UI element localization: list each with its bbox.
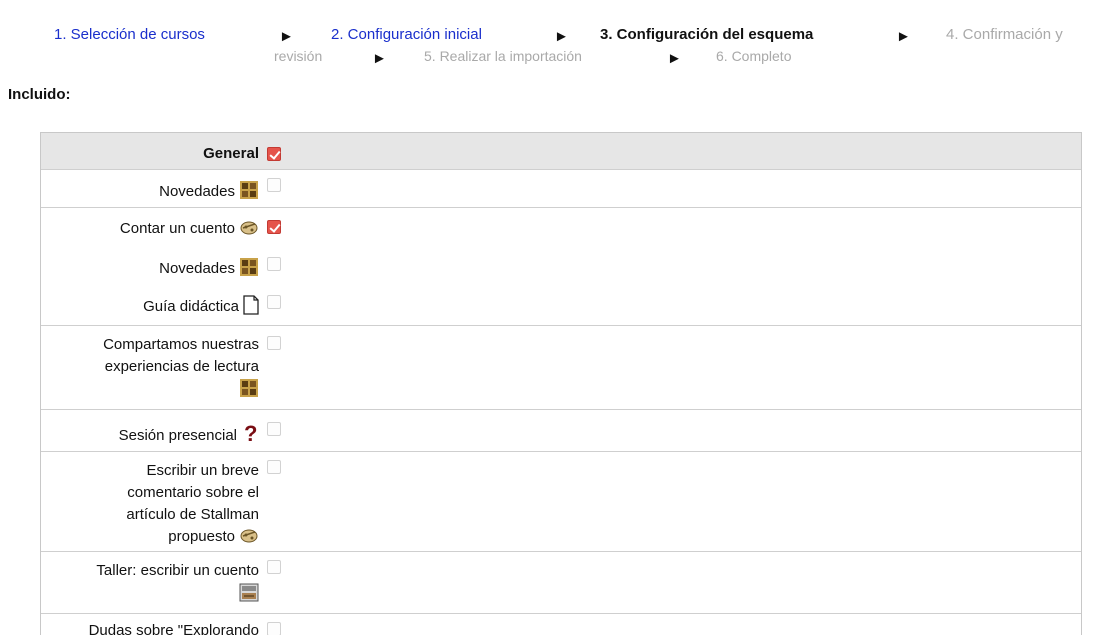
activity-label: Novedades <box>59 180 259 203</box>
wizard-step-2[interactable]: 2. Configuración inicial <box>331 26 482 43</box>
activity-label: Guía didáctica <box>59 295 259 318</box>
section-label: General <box>203 145 259 162</box>
activity-label: Dudas sobre "Explorando <box>88 622 259 635</box>
workshop-icon <box>240 529 258 543</box>
wizard-arrow: ► <box>554 28 569 45</box>
wizard-arrow: ► <box>372 50 387 67</box>
wizard-step-6: 6. Completo <box>716 48 792 64</box>
wizard-step-4: 4. Confirmación y <box>946 26 1063 43</box>
include-checkbox-general[interactable] <box>267 147 281 161</box>
question-icon: ? <box>244 422 257 444</box>
activity-row: Taller: escribir un cuento <box>41 551 1081 614</box>
activity-row: Novedades <box>41 169 1081 208</box>
wizard-step-1[interactable]: 1. Selección de cursos <box>54 26 205 43</box>
include-checkbox[interactable] <box>267 178 281 192</box>
wizard-step-3-current: 3. Configuración del esquema <box>600 26 814 43</box>
activity-label: Compartamos nuestras experiencias de lec… <box>69 334 259 401</box>
activity-row: Guía didáctica <box>41 287 1081 325</box>
activity-label: Novedades <box>59 257 259 280</box>
activity-row: Compartamos nuestras experiencias de lec… <box>41 325 1081 410</box>
include-checkbox[interactable] <box>267 336 281 350</box>
file-icon <box>243 295 259 315</box>
wizard-step-4-cont: revisión <box>274 48 323 64</box>
wizard-arrow: ► <box>279 28 294 45</box>
include-checkbox[interactable] <box>267 422 281 436</box>
include-checkbox[interactable] <box>267 622 281 635</box>
svg-text:?: ? <box>244 422 257 444</box>
activity-row: Dudas sobre "Explorando <box>41 613 1081 635</box>
include-checkbox[interactable] <box>267 560 281 574</box>
schema-settings-table: General Novedades Contar un cuento Noved… <box>40 132 1082 635</box>
activity-label: Sesión presencial? <box>118 422 258 444</box>
section-row-general: General <box>41 133 1081 169</box>
include-checkbox[interactable] <box>267 220 281 234</box>
forum-icon <box>240 379 258 397</box>
workshop-icon <box>240 221 258 235</box>
include-checkbox[interactable] <box>267 295 281 309</box>
wizard-progress: 1. Selección de cursos ► 2. Configuració… <box>0 26 1098 74</box>
wizard-arrow: ► <box>667 50 682 67</box>
activity-label: Taller: escribir un cuento <box>49 560 259 605</box>
activity-label: Escribir un breve comentario sobre el ar… <box>126 462 259 545</box>
wizard-step-5: 5. Realizar la importación <box>424 48 582 64</box>
assignment-icon <box>239 583 259 602</box>
forum-icon <box>240 258 258 276</box>
wizard-arrow: ► <box>896 28 911 45</box>
activity-row: Contar un cuento <box>41 207 1081 248</box>
activity-label: Contar un cuento <box>59 218 259 240</box>
activity-row: Escribir un breve comentario sobre el ar… <box>41 451 1081 552</box>
activity-row: Novedades <box>41 247 1081 287</box>
include-checkbox[interactable] <box>267 257 281 271</box>
forum-icon <box>240 181 258 199</box>
activity-row: Sesión presencial? <box>41 409 1081 452</box>
include-checkbox[interactable] <box>267 460 281 474</box>
included-heading: Incluido: <box>8 86 71 103</box>
